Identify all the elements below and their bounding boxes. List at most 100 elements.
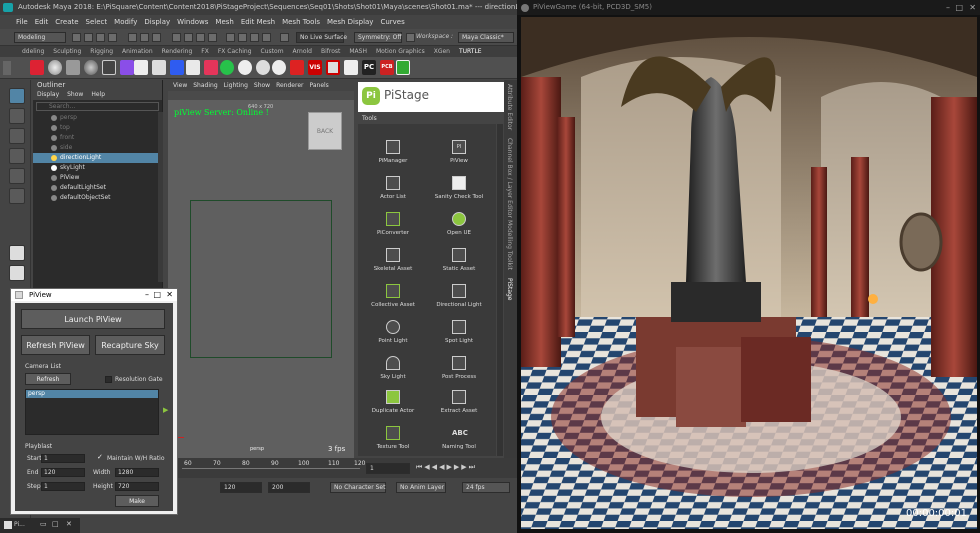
shelf-pc-icon[interactable]: PC: [362, 60, 376, 75]
menu-windows[interactable]: Windows: [177, 15, 208, 29]
tool-actor-list[interactable]: Actor List: [358, 176, 428, 200]
paint-tool-icon[interactable]: [9, 128, 25, 144]
maintain-ratio-checkbox[interactable]: ✓: [97, 454, 104, 461]
lasso-tool-icon[interactable]: [9, 108, 25, 124]
menu-curves[interactable]: Curves: [380, 15, 404, 29]
shelf-plane-icon[interactable]: [186, 60, 200, 75]
close-icon[interactable]: ✕: [969, 0, 976, 15]
menu-mesh-display[interactable]: Mesh Display: [327, 15, 373, 29]
hypershade-icon[interactable]: [262, 33, 271, 42]
viewport-toolbar[interactable]: [168, 91, 354, 100]
fps-dropdown[interactable]: 24 fps: [462, 482, 510, 493]
select-tool-icon[interactable]: [9, 88, 25, 104]
tool-spot-light[interactable]: Spot Light: [424, 320, 494, 344]
step-input[interactable]: 1: [41, 482, 85, 491]
snap-grid-icon[interactable]: [172, 33, 181, 42]
minimized-window-bar[interactable]: Pi... ▭ □ ✕: [0, 518, 80, 533]
pistage-tools-tab[interactable]: Tools: [362, 115, 377, 122]
tool-post-process[interactable]: Post Process: [424, 356, 494, 380]
shelf-tab-xgen[interactable]: XGen: [434, 46, 450, 57]
shelf-gear-icon[interactable]: [3, 61, 11, 75]
outliner-item-front[interactable]: front: [33, 133, 162, 143]
width-input[interactable]: 1280: [115, 468, 159, 477]
shelf-cube-icon[interactable]: [66, 60, 80, 75]
shelf-tab-mash[interactable]: MASH: [349, 46, 367, 57]
maximize-icon[interactable]: □: [153, 289, 161, 301]
tool-piview[interactable]: PI PiView: [424, 140, 494, 164]
tool-naming-tool[interactable]: ABC Naming Tool: [424, 426, 494, 450]
current-frame-field[interactable]: 1: [366, 463, 410, 474]
tool-point-light[interactable]: Point Light: [358, 320, 428, 344]
viewport-panel[interactable]: View Shading Lighting Show Renderer Pane…: [168, 80, 354, 458]
tool-extract-asset[interactable]: Extract Asset: [424, 390, 494, 414]
menu-mesh-tools[interactable]: Mesh Tools: [282, 15, 320, 29]
folder-icon[interactable]: [72, 33, 81, 42]
camera-list[interactable]: persp: [25, 389, 159, 435]
viewport-menu-show[interactable]: Show: [254, 80, 270, 91]
pistage-scrollbar[interactable]: [497, 124, 503, 456]
tab-attribute-editor[interactable]: Attribute Editor: [506, 84, 513, 130]
tool-sanity-check[interactable]: Sanity Check Tool: [424, 176, 494, 200]
tab-modelling-toolkit[interactable]: Modelling Toolkit: [506, 220, 513, 270]
shelf-ball-icon[interactable]: [256, 60, 270, 75]
make-button[interactable]: Make: [115, 495, 159, 507]
shelf-tab-sculpting[interactable]: Sculpting: [53, 46, 81, 57]
shelf-green-check-icon[interactable]: [396, 60, 410, 75]
tool-texture-tool[interactable]: Texture Tool: [358, 426, 428, 450]
minimize-icon[interactable]: –: [946, 0, 950, 15]
shelf-white-icon[interactable]: [134, 60, 148, 75]
rotate-tool-icon[interactable]: [9, 168, 25, 184]
outliner-item-defaultlightset[interactable]: defaultLightSet: [33, 183, 162, 193]
viewport-menu-panels[interactable]: Panels: [309, 80, 328, 91]
viewport-menu-shading[interactable]: Shading: [193, 80, 217, 91]
scale-tool-icon[interactable]: [9, 188, 25, 204]
shelf-grid-icon[interactable]: [344, 60, 358, 75]
tool-piconverter[interactable]: PiConverter: [358, 212, 428, 236]
shelf-white-sphere-icon[interactable]: [238, 60, 252, 75]
shelf-tab-motion-graphics[interactable]: Motion Graphics: [376, 46, 425, 57]
tab-channel-box[interactable]: Channel Box / Layer Editor: [506, 138, 513, 218]
shelf-vis-icon[interactable]: VIS: [308, 60, 322, 75]
tab-pistage[interactable]: PiStage: [506, 278, 513, 301]
undo-icon[interactable]: [96, 33, 105, 42]
outliner-item-persp[interactable]: persp: [33, 113, 162, 123]
shelf-sphere-icon[interactable]: [48, 60, 62, 75]
outliner-item-defaultobjectset[interactable]: defaultObjectSet: [33, 193, 162, 203]
launch-piview-button[interactable]: Launch PiView: [21, 309, 165, 329]
maximize-icon[interactable]: □: [955, 0, 963, 15]
outliner-search-input[interactable]: Search...: [36, 102, 159, 111]
camera-refresh-button[interactable]: Refresh: [25, 373, 71, 385]
shelf-tab-turtle[interactable]: TURTLE: [459, 46, 482, 57]
outliner-item-directionlight[interactable]: directionLight: [33, 153, 162, 163]
outliner-scrollbar[interactable]: [158, 112, 163, 282]
shelf-tab-rendering[interactable]: Rendering: [162, 46, 193, 57]
viewport-menu-view[interactable]: View: [173, 80, 187, 91]
shelf-pink-icon[interactable]: [204, 60, 218, 75]
history-icon[interactable]: [406, 33, 415, 42]
snap-view-icon[interactable]: [208, 33, 217, 42]
workspace-dropdown[interactable]: Maya Classic*: [458, 32, 514, 43]
shelf-pcb-icon[interactable]: PCB: [380, 60, 394, 75]
restore-icon[interactable]: ▭: [40, 520, 47, 528]
shelf-tab-fx[interactable]: FX: [201, 46, 209, 57]
outliner-menu-help[interactable]: Help: [91, 90, 105, 100]
close-icon[interactable]: ✕: [66, 520, 72, 528]
layout-single-icon[interactable]: [9, 245, 25, 261]
redo-icon[interactable]: [108, 33, 117, 42]
select-object-icon[interactable]: [140, 33, 149, 42]
menu-create[interactable]: Create: [55, 15, 78, 29]
shelf-blue-icon[interactable]: [170, 60, 184, 75]
shelf-tab-fx-caching[interactable]: FX Caching: [218, 46, 252, 57]
shelf-no-icon[interactable]: [326, 60, 340, 75]
outliner-item-piview[interactable]: PiView: [33, 173, 162, 183]
shelf-shaded-sphere-icon[interactable]: [84, 60, 98, 75]
select-component-icon[interactable]: [152, 33, 161, 42]
range-max-field[interactable]: 200: [268, 482, 310, 493]
shelf-tab-animation[interactable]: Animation: [122, 46, 153, 57]
shelf-tab-modeling[interactable]: ddeling: [22, 46, 44, 57]
time-slider[interactable]: 60 70 80 90 100 110 120 1 ⏮◀◀◀▶▶▶⏭: [178, 458, 517, 478]
outliner-item-top[interactable]: top: [33, 123, 162, 133]
tool-skeletal-asset[interactable]: Skeletal Asset: [358, 248, 428, 272]
tool-duplicate-actor[interactable]: Duplicate Actor: [358, 390, 428, 414]
menu-display[interactable]: Display: [144, 15, 170, 29]
